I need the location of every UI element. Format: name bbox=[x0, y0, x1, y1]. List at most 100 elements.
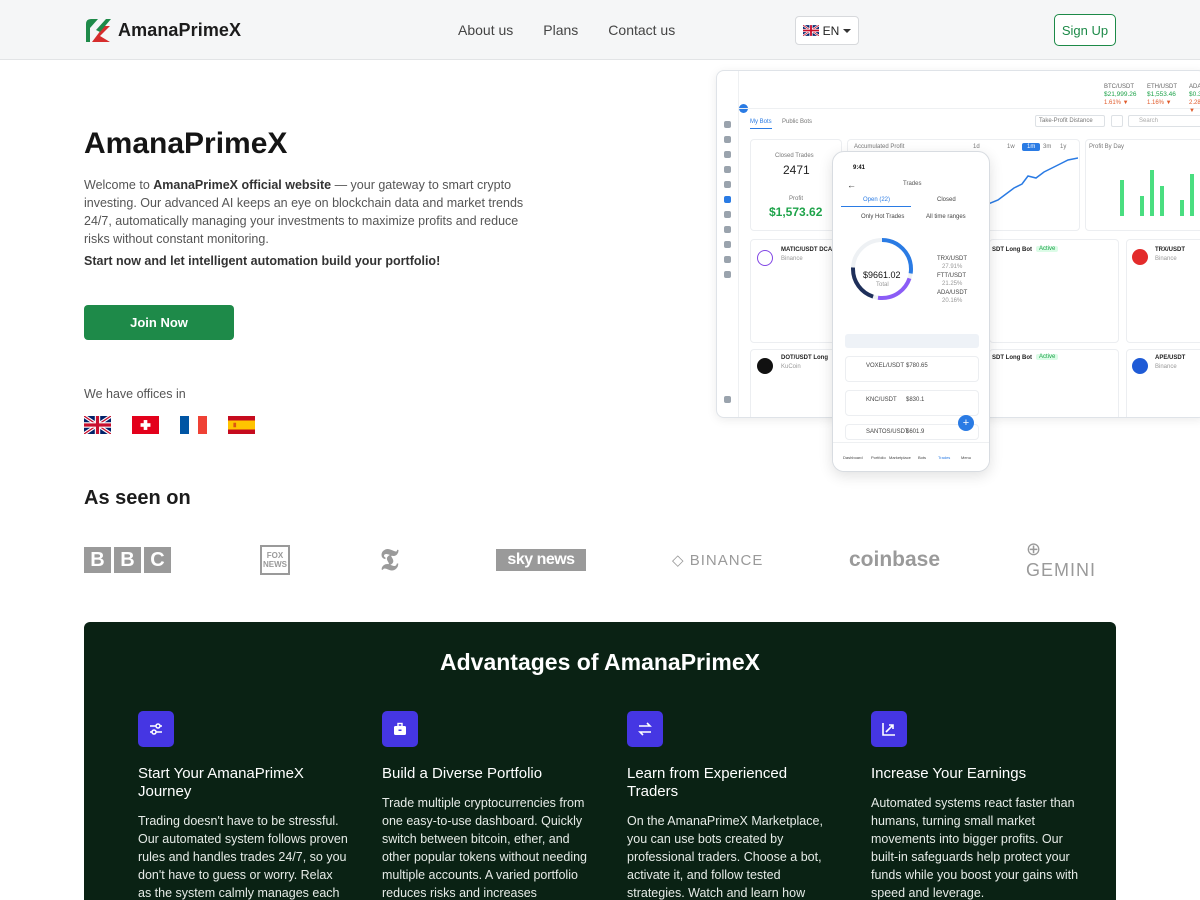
signup-button[interactable]: Sign Up bbox=[1054, 14, 1116, 46]
matic-icon bbox=[757, 250, 773, 266]
accumulated-profit-label: Accumulated Profit bbox=[854, 144, 905, 150]
profit-value: $1,573.62 bbox=[769, 205, 823, 219]
trade-value: $780.65 bbox=[906, 363, 928, 369]
take-profit-filter[interactable]: Take-Profit Distance bbox=[1035, 115, 1105, 127]
bbc-logo: B B C bbox=[84, 540, 174, 580]
portfolio-total-label: Total bbox=[876, 282, 889, 288]
nav-menu[interactable]: Menu bbox=[961, 455, 971, 460]
ticker-price: $1,553.46 bbox=[1147, 91, 1176, 98]
closed-trades-label: Closed Trades bbox=[775, 153, 814, 159]
advantages-title: Advantages of AmanaPrimeX bbox=[440, 649, 760, 675]
legend-ada: ADA/USDT bbox=[937, 290, 968, 296]
bot-name: MATIC/USDT DCA bbox=[781, 247, 833, 253]
ape-icon bbox=[1132, 358, 1148, 374]
add-trade-button[interactable]: + bbox=[958, 415, 974, 431]
nav-marketplace[interactable]: Marketplace bbox=[889, 455, 911, 460]
feature-card-traders: Learn from Experienced Traders On the Am… bbox=[627, 711, 837, 900]
nav-bots[interactable]: Bots bbox=[918, 455, 926, 460]
trade-row[interactable]: KNC/USDT $830.1 bbox=[845, 390, 979, 416]
phone-tab-open[interactable]: Open (22) bbox=[863, 197, 890, 203]
ticker-price: $21,999.26 bbox=[1104, 91, 1137, 98]
legend-ftt-pct: 21.25% bbox=[942, 281, 963, 287]
feature-title: Build a Diverse Portfolio bbox=[382, 765, 543, 782]
dashboard-search[interactable]: Search bbox=[1128, 115, 1200, 127]
feature-title: Increase Your Earnings bbox=[871, 765, 1027, 782]
time-range-filter[interactable]: All time ranges bbox=[926, 214, 966, 220]
nav-contact-us[interactable]: Contact us bbox=[608, 22, 675, 38]
join-now-button[interactable]: Join Now bbox=[84, 305, 234, 340]
bot-card-ape[interactable]: APE/USDT Binance bbox=[1126, 349, 1200, 417]
profit-by-day-bars bbox=[1104, 160, 1200, 216]
nav-plans[interactable]: Plans bbox=[543, 22, 578, 38]
intro-prefix: Welcome to bbox=[84, 178, 154, 192]
trade-pair: VOXEL/USDT bbox=[866, 363, 905, 369]
france-flag-icon bbox=[180, 416, 207, 434]
sidebar-icon bbox=[724, 136, 731, 143]
as-seen-on-title: As seen on bbox=[84, 487, 191, 509]
chevron-down-icon bbox=[843, 28, 852, 33]
switzerland-flag-icon bbox=[132, 416, 159, 434]
ticker-pair: BTC/USDT bbox=[1104, 84, 1134, 90]
trades-table-header bbox=[845, 334, 979, 348]
hot-trades-filter[interactable]: Only Hot Trades bbox=[861, 214, 904, 220]
sidebar-icon bbox=[724, 226, 731, 233]
trade-value: $601.9 bbox=[906, 429, 925, 435]
bot-name: SDT Long Bot bbox=[992, 247, 1032, 253]
chart-bar bbox=[1180, 200, 1184, 216]
bot-exchange: Binance bbox=[1155, 364, 1177, 370]
binance-logo: ◇ BINANCE bbox=[672, 552, 764, 569]
offices-label: We have offices in bbox=[84, 387, 186, 401]
nav-portfolio[interactable]: Portfolio bbox=[871, 455, 886, 460]
feature-text: Trading doesn't have to be stressful. Ou… bbox=[138, 814, 348, 900]
range-1d[interactable]: 1d bbox=[973, 144, 980, 150]
bot-card-long-2[interactable]: SDT Long Bot Active bbox=[989, 349, 1119, 417]
range-1m[interactable]: 1m bbox=[1022, 143, 1041, 151]
brand-name: AmanaPrimeX bbox=[118, 19, 242, 40]
sidebar-icon bbox=[724, 271, 731, 278]
sky-news-logo: sky news bbox=[496, 540, 586, 580]
tab-my-bots[interactable]: My Bots bbox=[750, 119, 772, 129]
nav-dashboard[interactable]: Dashboard bbox=[843, 455, 863, 460]
phone-title: Trades bbox=[903, 181, 922, 187]
bot-name: TRX/USDT bbox=[1155, 247, 1185, 253]
feature-text: Automated systems react faster than huma… bbox=[871, 796, 1079, 900]
nav-trades[interactable]: Trades bbox=[938, 455, 950, 460]
nav-about-us[interactable]: About us bbox=[458, 22, 513, 38]
legend-ada-pct: 20.16% bbox=[942, 298, 963, 304]
uk-flag-icon bbox=[802, 25, 819, 36]
closed-trades-card: Closed Trades 2471 Profit $1,573.62 bbox=[750, 139, 842, 231]
bot-name: DOT/USDT Long bbox=[781, 355, 828, 361]
bot-exchange: Binance bbox=[1155, 256, 1177, 262]
site-header: AmanaPrimeX About us Plans Contact us EN… bbox=[0, 0, 1200, 60]
phone-tab-closed[interactable]: Closed bbox=[937, 197, 956, 203]
legend-trx-pct: 27.91% bbox=[942, 264, 963, 270]
ticker-btc: BTC/USDT $21,999.26 1.61% ▼ bbox=[1104, 83, 1137, 107]
ticker-eth: ETH/USDT $1,553.46 1.16% ▼ bbox=[1147, 83, 1177, 107]
trade-pair: SANTOS/USDT bbox=[866, 429, 909, 435]
legend-trx: TRX/USDT bbox=[937, 256, 967, 262]
hero-title: AmanaPrimeX bbox=[84, 127, 288, 160]
chart-bar bbox=[1150, 170, 1154, 216]
trade-row[interactable]: VOXEL/USDT $780.65 bbox=[845, 356, 979, 382]
sliders-icon bbox=[138, 711, 174, 747]
trade-value: $830.1 bbox=[906, 397, 925, 403]
main-nav: About us Plans Contact us bbox=[458, 22, 675, 38]
portfolio-total: $9661.02 bbox=[863, 270, 901, 280]
phone-time: 9:41 bbox=[853, 165, 866, 171]
refresh-icon[interactable] bbox=[1111, 115, 1123, 127]
brand-logo[interactable]: AmanaPrimeX bbox=[84, 16, 241, 44]
bot-card-trx[interactable]: TRX/USDT Binance bbox=[1126, 239, 1200, 343]
tab-public-bots[interactable]: Public Bots bbox=[782, 119, 812, 125]
ticker-change: 1.16% ▼ bbox=[1147, 100, 1172, 106]
range-3m[interactable]: 3m bbox=[1043, 144, 1051, 150]
uk-flag-icon bbox=[84, 416, 111, 434]
ticker-price: $0.32 bbox=[1189, 91, 1200, 98]
sidebar-icon bbox=[724, 211, 731, 218]
back-arrow-icon[interactable]: ← bbox=[847, 180, 856, 190]
ticker-change: 1.61% ▼ bbox=[1104, 100, 1129, 106]
range-1w[interactable]: 1w bbox=[1007, 144, 1015, 150]
language-selector[interactable]: EN bbox=[795, 16, 859, 45]
portfolio-donut-chart bbox=[851, 238, 913, 300]
bot-card-long[interactable]: SDT Long Bot Active bbox=[989, 239, 1119, 343]
range-1y[interactable]: 1y bbox=[1060, 144, 1066, 150]
